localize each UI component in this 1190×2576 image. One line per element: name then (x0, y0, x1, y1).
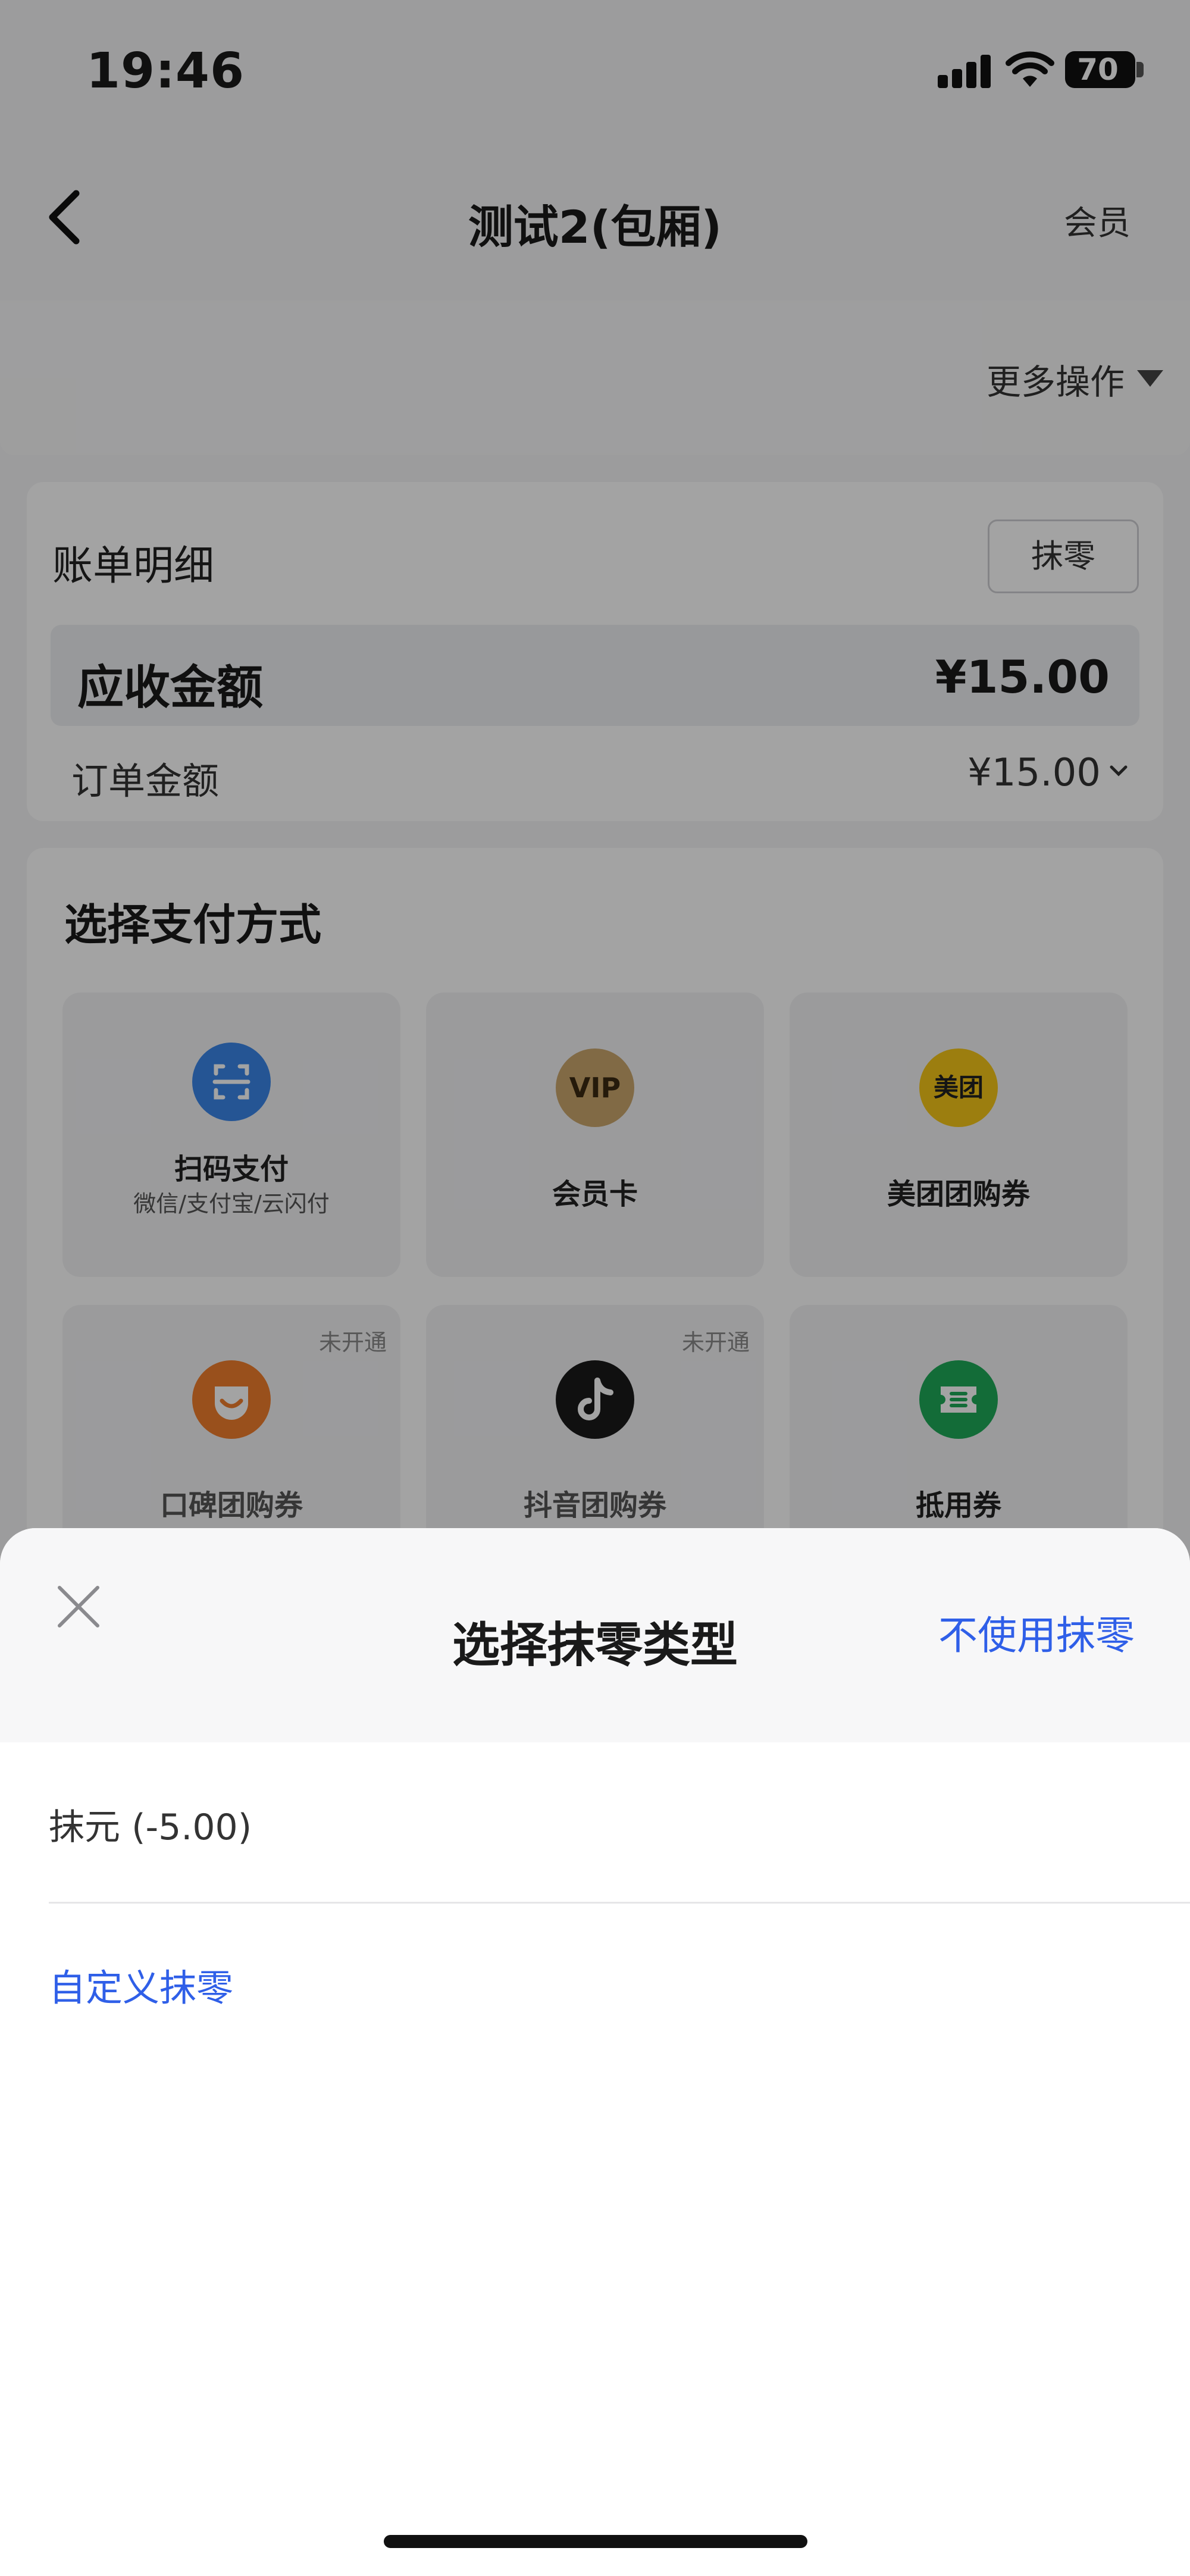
sheet-title: 选择抹零类型 (452, 1617, 738, 1673)
no-round-off-button[interactable]: 不使用抹零 (938, 1604, 1135, 1661)
round-off-option-yuan[interactable]: 抹元 (-5.00) (49, 1798, 252, 1850)
divider (49, 1902, 1190, 1904)
close-icon[interactable] (55, 1583, 102, 1630)
custom-round-off-option[interactable]: 自定义抹零 (49, 1958, 233, 2011)
home-indicator[interactable] (384, 2535, 807, 2548)
